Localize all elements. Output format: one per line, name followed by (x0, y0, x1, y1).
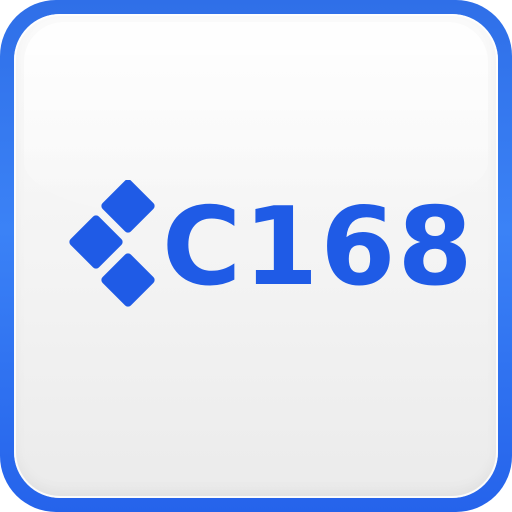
app-icon[interactable]: C168 (0, 0, 512, 512)
diamond-tile-bottom (101, 253, 155, 307)
brand-name: C168 (162, 185, 475, 310)
diamond-tile-left (69, 215, 123, 269)
